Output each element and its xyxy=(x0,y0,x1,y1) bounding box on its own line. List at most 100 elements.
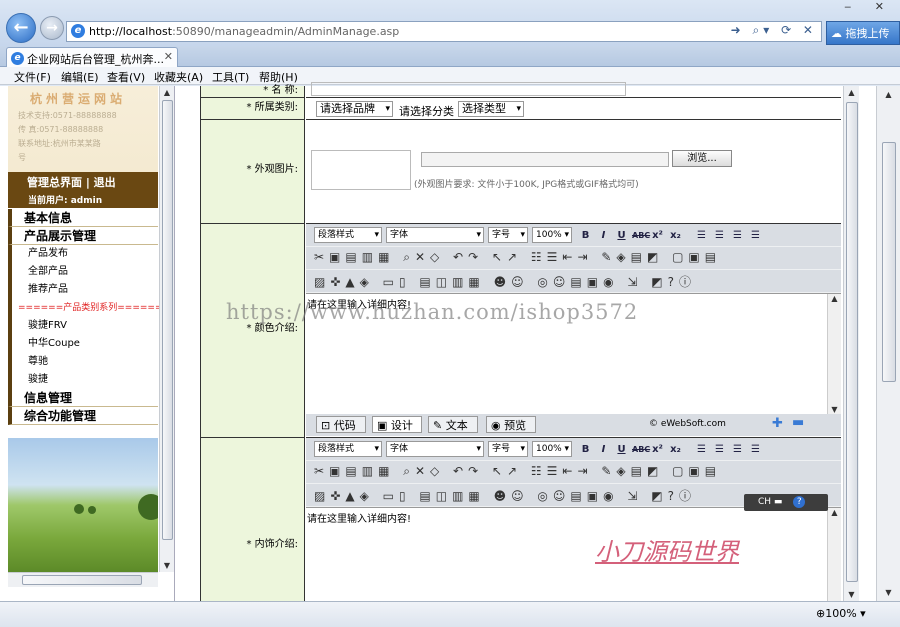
align-right-icon[interactable]: ☰ xyxy=(730,228,745,243)
collapse-icon[interactable]: ▬ xyxy=(792,415,804,430)
close-icon[interactable]: ✕ xyxy=(164,50,173,63)
subscript-icon[interactable]: x₂ xyxy=(668,228,683,243)
strikethrough-icon[interactable]: ABC xyxy=(632,442,650,457)
align-center-icon[interactable]: ☰ xyxy=(712,228,727,243)
edit-tool-icons[interactable]: ✂▣▤▥▦ ⌕✕◇ ↶↷ ↖↗ ☷☰⇤⇥ ✎◈▤◩ ▢▣▤ xyxy=(314,250,721,265)
align-left-icon[interactable]: ☰ xyxy=(694,228,709,243)
editor-scrollbar[interactable]: ▲ ▼ xyxy=(827,294,841,414)
left-horizontal-scrollbar[interactable] xyxy=(8,572,158,587)
paragraph-style-select[interactable]: 段落样式 xyxy=(314,227,382,243)
bold-icon[interactable]: B xyxy=(578,442,593,457)
nav-category-item[interactable]: 骏捷 xyxy=(8,371,158,389)
strikethrough-icon[interactable]: ABC xyxy=(632,228,650,243)
align-right-icon[interactable]: ☰ xyxy=(730,442,745,457)
scroll-thumb[interactable] xyxy=(882,142,896,382)
underline-icon[interactable]: U xyxy=(614,228,629,243)
image-requirements-note: (外观图片要求: 文件小于100K, JPG格式或GIF格式均可) xyxy=(414,180,639,190)
superscript-icon[interactable]: x² xyxy=(650,228,665,243)
scroll-thumb[interactable] xyxy=(22,575,142,585)
admin-links[interactable]: 管理总界面 | 退出 xyxy=(27,174,116,190)
menu-file[interactable]: 文件(F) xyxy=(14,69,51,85)
back-button[interactable]: ← xyxy=(6,13,36,43)
mode-design-tab[interactable]: ▣ 设计 xyxy=(372,416,422,433)
nav-category-item[interactable]: 中华Coupe xyxy=(8,335,158,353)
window-vertical-scrollbar[interactable]: ▲ ▼ xyxy=(876,86,900,601)
mode-text-tab[interactable]: ✎ 文本 xyxy=(428,416,478,433)
italic-icon[interactable]: I xyxy=(596,442,611,457)
editor-content-area[interactable]: 请在这里输入详细内容! ▲ xyxy=(306,507,841,601)
bold-icon[interactable]: B xyxy=(578,228,593,243)
nav-general-management[interactable]: 综合功能管理 xyxy=(8,407,158,425)
nav-recommended-products[interactable]: 推荐产品 xyxy=(8,281,158,299)
scroll-up-icon[interactable]: ▲ xyxy=(160,88,174,97)
menu-view[interactable]: 查看(V) xyxy=(107,69,145,85)
paragraph-style-select[interactable]: 段落样式 xyxy=(314,441,382,457)
zoom-level[interactable]: ⊕100% ▾ xyxy=(816,607,866,620)
expand-icon[interactable]: ✚ xyxy=(772,416,783,431)
content-vertical-scrollbar[interactable]: ▲ ▼ xyxy=(843,86,859,601)
tab-admin-manage[interactable]: e 企业网站后台管理_杭州奔... ✕ xyxy=(6,47,178,68)
menu-help[interactable]: 帮助(H) xyxy=(259,69,298,85)
insert-tool-icons[interactable]: ▨✜▲◈ ▭▯ ▤◫▥▦ ☻☺ ◎☺▤▣◉ ⇲ ◩?ⓘ xyxy=(314,273,696,290)
nav-all-products[interactable]: 全部产品 xyxy=(8,263,158,281)
scroll-down-icon[interactable]: ▼ xyxy=(844,590,859,599)
nav-product-publish[interactable]: 产品发布 xyxy=(8,245,158,263)
justify-icon[interactable]: ☰ xyxy=(748,228,763,243)
ie-icon: e xyxy=(71,24,85,38)
subscript-icon[interactable]: x₂ xyxy=(668,442,683,457)
left-vertical-scrollbar[interactable]: ▲ ▼ xyxy=(159,86,174,572)
scroll-down-icon[interactable]: ▼ xyxy=(877,588,900,597)
font-size-select[interactable]: 字号 xyxy=(488,441,528,457)
addon-upload-button[interactable]: ☁ 拖拽上传 xyxy=(826,21,900,45)
menu-edit[interactable]: 编辑(E) xyxy=(61,69,99,85)
justify-icon[interactable]: ☰ xyxy=(748,442,763,457)
editor-placeholder: 请在这里输入详细内容! xyxy=(307,514,412,525)
nav-info-management[interactable]: 信息管理 xyxy=(8,389,158,407)
editor-scrollbar[interactable]: ▲ xyxy=(827,508,841,601)
scroll-up-icon[interactable]: ▲ xyxy=(844,88,859,97)
url-text[interactable]: http://localhost:50890/manageadmin/Admin… xyxy=(89,25,399,38)
edit-tool-icons[interactable]: ✂▣▤▥▦ ⌕✕◇ ↶↷ ↖↗ ☷☰⇤⇥ ✎◈▤◩ ▢▣▤ xyxy=(314,464,721,479)
address-bar[interactable]: e http://localhost:50890/manageadmin/Adm… xyxy=(66,21,822,42)
menu-tools[interactable]: 工具(T) xyxy=(212,69,249,85)
window-controls[interactable]: ‒ ✕ xyxy=(844,0,894,13)
scroll-up-icon[interactable]: ▲ xyxy=(828,294,841,303)
nav-category-item[interactable]: 尊驰 xyxy=(8,353,158,371)
font-select[interactable]: 字体 xyxy=(386,441,484,457)
italic-icon[interactable]: I xyxy=(596,228,611,243)
insert-tool-icons[interactable]: ▨✜▲◈ ▭▯ ▤◫▥▦ ☻☺ ◎☺▤▣◉ ⇲ ◩?ⓘ xyxy=(314,487,696,504)
nav-category-item[interactable]: 骏捷FRV xyxy=(8,317,158,335)
forward-button[interactable]: → xyxy=(40,16,64,40)
help-icon[interactable]: ? xyxy=(793,496,806,508)
type-select[interactable]: 选择类型 xyxy=(458,101,524,117)
name-input[interactable] xyxy=(311,82,626,96)
menu-favorites[interactable]: 收藏夹(A) xyxy=(154,69,203,85)
class-select[interactable]: 请选择分类 xyxy=(399,103,454,119)
scroll-thumb[interactable] xyxy=(846,102,858,582)
editor-brand-link[interactable]: © eWebSoft.com xyxy=(649,419,726,429)
underline-icon[interactable]: U xyxy=(614,442,629,457)
file-path-input[interactable] xyxy=(421,152,669,167)
font-select[interactable]: 字体 xyxy=(386,227,484,243)
scroll-down-icon[interactable]: ▼ xyxy=(160,561,174,570)
brand-select[interactable]: 请选择品牌 xyxy=(316,101,393,117)
nav-product-management[interactable]: 产品展示管理 xyxy=(8,227,158,245)
address-tools-icons[interactable]: ➜ ⌕▾ ⟳ ✕ xyxy=(731,23,817,38)
mode-preview-tab[interactable]: ◉ 预览 xyxy=(486,416,536,433)
scroll-down-icon[interactable]: ▼ xyxy=(828,405,841,414)
font-size-select[interactable]: 字号 xyxy=(488,227,528,243)
zoom-select[interactable]: 100% xyxy=(532,441,572,457)
nav-category-separator: ======产品类别系列====== xyxy=(8,299,163,317)
superscript-icon[interactable]: x² xyxy=(650,442,665,457)
scroll-up-icon[interactable]: ▲ xyxy=(828,508,841,517)
mode-code-tab[interactable]: ⊡ 代码 xyxy=(316,416,366,433)
browse-button[interactable]: 浏览... xyxy=(672,150,732,167)
align-center-icon[interactable]: ☰ xyxy=(712,442,727,457)
scroll-up-icon[interactable]: ▲ xyxy=(877,90,900,99)
nav-basic-info[interactable]: 基本信息 xyxy=(8,209,158,227)
align-left-icon[interactable]: ☰ xyxy=(694,442,709,457)
ime-language-bar[interactable]: CH ▬ ? xyxy=(744,494,828,511)
stamp-text: 小刀源码世界 xyxy=(595,538,739,566)
zoom-select[interactable]: 100% xyxy=(532,227,572,243)
scroll-thumb[interactable] xyxy=(162,100,173,540)
